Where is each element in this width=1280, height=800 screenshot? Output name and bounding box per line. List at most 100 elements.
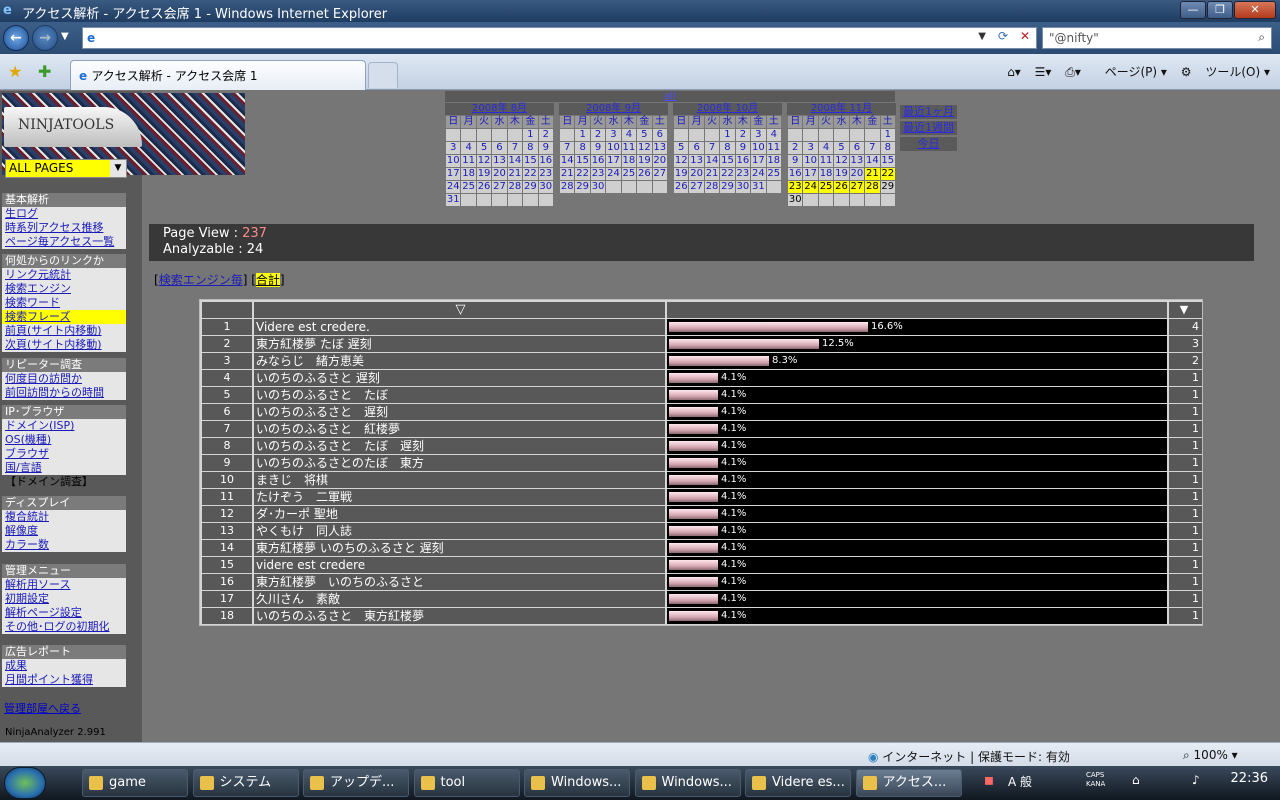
calendar-day[interactable]: 27 <box>849 181 865 193</box>
calendar-day[interactable]: 13 <box>492 155 507 167</box>
taskbar-button[interactable]: アップデ... <box>303 769 409 797</box>
sidebar-item[interactable]: その他･ログの初期化 <box>2 620 126 634</box>
sidebar-item[interactable]: 何度目の訪問か <box>2 372 126 386</box>
calendar-day[interactable]: 5 <box>637 129 652 141</box>
calendar-day[interactable]: 15 <box>523 155 538 167</box>
calendar-day[interactable]: 30 <box>590 181 606 193</box>
sidebar-item[interactable]: 複合統計 <box>2 510 126 524</box>
calendar-day[interactable]: 9 <box>590 142 606 154</box>
calendar-day[interactable]: 20 <box>652 155 667 167</box>
new-tab-button[interactable] <box>368 62 398 88</box>
calendar-day[interactable]: 24 <box>751 168 766 180</box>
search-icon[interactable]: ⌕ <box>1258 30 1265 45</box>
calendar-day[interactable]: 13 <box>652 142 667 154</box>
calendar-day[interactable]: 1 <box>720 129 735 141</box>
sidebar-item[interactable]: ページ毎アクセス一覧 <box>2 235 126 249</box>
calendar-day[interactable]: 14 <box>507 155 523 167</box>
taskbar-button[interactable]: アクセス... <box>855 769 962 797</box>
calendar-day[interactable]: 3 <box>606 129 621 141</box>
calendar-day[interactable]: 8 <box>720 142 735 154</box>
calendar-day[interactable]: 31 <box>751 181 766 193</box>
calendar-all-link[interactable]: all <box>445 91 895 102</box>
calendar-day[interactable]: 24 <box>446 181 461 193</box>
tab-per-engine[interactable]: 検索エンジン毎 <box>159 273 243 287</box>
calendar-day[interactable]: 25 <box>766 168 781 180</box>
calendar-day[interactable]: 25 <box>461 181 476 193</box>
calendar-day[interactable]: 14 <box>704 155 720 167</box>
calendar-day[interactable]: 10 <box>606 142 621 154</box>
calendar-day[interactable]: 15 <box>575 155 590 167</box>
sidebar-item[interactable]: ドメイン(ISP) <box>2 419 126 433</box>
calendar-day[interactable]: 28 <box>507 181 523 193</box>
calendar-day[interactable]: 15 <box>720 155 735 167</box>
calendar-day[interactable]: 21 <box>704 168 720 180</box>
calendar-day[interactable]: 14 <box>560 155 575 167</box>
calendar-day[interactable]: 9 <box>538 142 553 154</box>
calendar-day[interactable]: 2 <box>735 129 751 141</box>
calendar-day[interactable]: 11 <box>621 142 637 154</box>
calendar-day[interactable]: 13 <box>689 155 704 167</box>
calendar-day[interactable]: 23 <box>590 168 606 180</box>
calendar-day[interactable]: 3 <box>446 142 461 154</box>
calendar-day[interactable]: 29 <box>720 181 735 193</box>
calendar-day[interactable]: 19 <box>674 168 689 180</box>
calendar-day[interactable]: 30 <box>538 181 553 193</box>
calendar-range-button[interactable]: 今日 <box>900 137 957 151</box>
sort-term-button[interactable]: ▽ <box>254 302 665 318</box>
calendar-day[interactable]: 8 <box>880 142 895 154</box>
calendar-range-button[interactable]: 最近1週間 <box>900 121 957 135</box>
calendar-day[interactable]: 18 <box>621 155 637 167</box>
calendar-day[interactable]: 19 <box>834 168 849 180</box>
calendar-month-link[interactable]: 2008年 10月 <box>673 103 782 115</box>
calendar-day[interactable]: 16 <box>735 155 751 167</box>
calendar-day[interactable]: 16 <box>590 155 606 167</box>
calendar-day[interactable]: 9 <box>735 142 751 154</box>
calendar-day[interactable]: 5 <box>476 142 492 154</box>
calendar-day[interactable]: 18 <box>766 155 781 167</box>
calendar-day[interactable]: 25 <box>818 181 834 193</box>
calendar-day[interactable]: 11 <box>461 155 476 167</box>
calendar-day[interactable]: 21 <box>507 168 523 180</box>
calendar-day[interactable]: 12 <box>834 155 849 167</box>
sidebar-item[interactable]: OS(機種) <box>2 433 126 447</box>
calendar-day[interactable]: 9 <box>788 155 803 167</box>
calendar-day[interactable]: 11 <box>818 155 834 167</box>
calendar-range-button[interactable]: 最近1ヶ月 <box>900 105 957 119</box>
calendar-day[interactable]: 2 <box>590 129 606 141</box>
calendar-day[interactable]: 22 <box>880 168 895 180</box>
calendar-day[interactable]: 2 <box>788 142 803 154</box>
calendar-day[interactable]: 7 <box>865 142 880 154</box>
favorites-star-icon[interactable]: ★ <box>8 62 22 81</box>
calendar-day[interactable]: 27 <box>492 181 507 193</box>
stop-icon[interactable]: ✕ <box>1020 29 1030 43</box>
page-select[interactable]: ALL PAGES ▼ <box>5 159 127 178</box>
calendar-day[interactable]: 13 <box>849 155 865 167</box>
admin-link[interactable]: 管理部屋へ戻る <box>4 700 81 716</box>
sidebar-item[interactable]: 解析ページ設定 <box>2 606 126 620</box>
tray-app-icon[interactable]: ◼ <box>984 773 994 787</box>
calendar-day[interactable]: 10 <box>751 142 766 154</box>
calendar-day[interactable]: 21 <box>865 168 880 180</box>
calendar-day[interactable]: 8 <box>575 142 590 154</box>
calendar-day[interactable]: 7 <box>507 142 523 154</box>
calendar-day[interactable]: 6 <box>689 142 704 154</box>
calendar-day[interactable]: 12 <box>674 155 689 167</box>
calendar-day[interactable]: 29 <box>880 181 895 193</box>
calendar-day[interactable]: 28 <box>704 181 720 193</box>
taskbar-button[interactable]: game <box>82 769 188 797</box>
address-input[interactable]: e ▼ ⟳ ✕ <box>82 27 1037 49</box>
calendar-day[interactable]: 17 <box>803 168 818 180</box>
taskbar-button[interactable]: Windows... <box>634 769 741 797</box>
network-icon[interactable]: ⌂ <box>1132 773 1140 787</box>
calendar-day[interactable]: 24 <box>803 181 818 193</box>
sidebar-item[interactable]: 検索エンジン <box>2 282 126 296</box>
taskbar-button[interactable]: Windows... <box>524 769 630 797</box>
calendar-day[interactable]: 5 <box>834 142 849 154</box>
calendar-day[interactable]: 25 <box>621 168 637 180</box>
history-dropdown-icon[interactable]: ▼ <box>61 31 69 42</box>
calendar-day[interactable]: 24 <box>606 168 621 180</box>
maximize-button[interactable]: ❐ <box>1207 1 1233 19</box>
sidebar-item[interactable]: リンク元統計 <box>2 268 126 282</box>
calendar-month-link[interactable]: 2008年 9月 <box>559 103 668 115</box>
calendar-day[interactable]: 4 <box>461 142 476 154</box>
